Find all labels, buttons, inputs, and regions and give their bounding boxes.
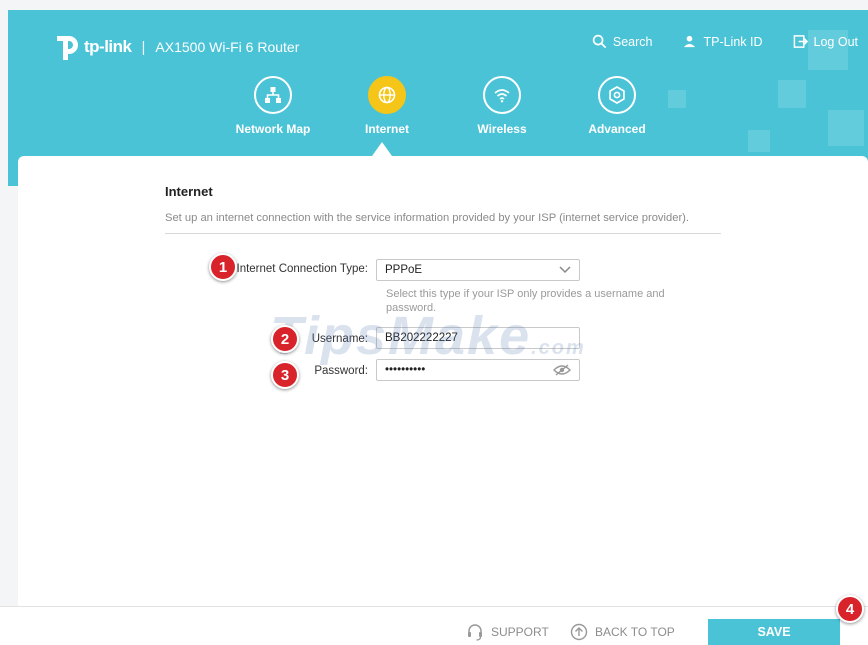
step-badge-3: 3 bbox=[271, 361, 299, 389]
brand-separator: | bbox=[141, 38, 146, 56]
internet-panel: Internet Set up an internet connection w… bbox=[18, 156, 868, 616]
tab-label: Advanced bbox=[588, 122, 646, 136]
brand-name: tp-link bbox=[84, 37, 132, 56]
search-label: Search bbox=[612, 34, 653, 49]
tab-icon-circle bbox=[598, 76, 636, 114]
watermark-suffix: .com bbox=[531, 337, 586, 359]
network-map-icon bbox=[265, 87, 281, 103]
wifi-icon bbox=[494, 89, 510, 103]
logout-label: Log Out bbox=[813, 34, 858, 49]
search-icon bbox=[592, 34, 607, 49]
tab-icon-circle bbox=[368, 76, 406, 114]
search-link[interactable]: Search bbox=[592, 34, 653, 49]
connection-type-select[interactable]: PPPoE bbox=[376, 259, 580, 281]
section-description: Set up an internet connection with the s… bbox=[165, 212, 690, 224]
headset-icon bbox=[468, 624, 482, 641]
connection-type-value: PPPoE bbox=[385, 264, 423, 276]
main-tabs: Network Map Internet Wireless Advanced bbox=[8, 76, 868, 146]
brand: tp-link | AX1500 Wi-Fi 6 Router bbox=[50, 32, 299, 62]
watermark-text: TipsMake bbox=[270, 306, 532, 366]
footer-bar: SUPPORT BACK TO TOP SAVE bbox=[0, 606, 868, 645]
tab-label: Network Map bbox=[235, 122, 311, 136]
tplink-id-label: TP-Link ID bbox=[703, 34, 763, 49]
tp-link-logo-icon bbox=[57, 36, 78, 60]
tab-network-map[interactable]: Network Map bbox=[223, 76, 323, 136]
tab-advanced[interactable]: Advanced bbox=[567, 76, 667, 136]
watermark: TipsMake.com bbox=[270, 305, 586, 367]
tab-icon-circle bbox=[483, 76, 521, 114]
back-to-top-label: BACK TO TOP bbox=[595, 625, 675, 639]
tab-internet[interactable]: Internet bbox=[337, 76, 437, 136]
tab-icon-circle bbox=[254, 76, 292, 114]
top-links: Search TP-Link ID Log Out bbox=[592, 34, 858, 49]
router-model: AX1500 Wi-Fi 6 Router bbox=[155, 39, 300, 55]
step-badge-4: 4 bbox=[836, 595, 864, 623]
step-badge-1: 1 bbox=[209, 253, 237, 281]
support-label: SUPPORT bbox=[491, 625, 549, 639]
arrow-up-circle-icon bbox=[570, 623, 588, 641]
active-tab-caret bbox=[372, 142, 392, 156]
tplink-id-link[interactable]: TP-Link ID bbox=[682, 34, 763, 49]
step-badge-2: 2 bbox=[271, 325, 299, 353]
logout-link[interactable]: Log Out bbox=[793, 34, 858, 49]
divider bbox=[165, 233, 721, 234]
tab-wireless[interactable]: Wireless bbox=[452, 76, 552, 136]
logout-icon bbox=[793, 35, 808, 48]
save-button[interactable]: SAVE bbox=[708, 619, 840, 645]
gear-icon bbox=[609, 86, 625, 104]
back-to-top-link[interactable]: BACK TO TOP bbox=[570, 623, 675, 641]
tab-label: Internet bbox=[364, 122, 409, 136]
support-link[interactable]: SUPPORT bbox=[466, 623, 549, 641]
cloud-user-icon bbox=[684, 35, 696, 48]
globe-icon bbox=[378, 86, 396, 104]
tab-label: Wireless bbox=[477, 122, 527, 136]
chevron-down-icon bbox=[559, 266, 571, 274]
section-title: Internet bbox=[165, 184, 213, 199]
